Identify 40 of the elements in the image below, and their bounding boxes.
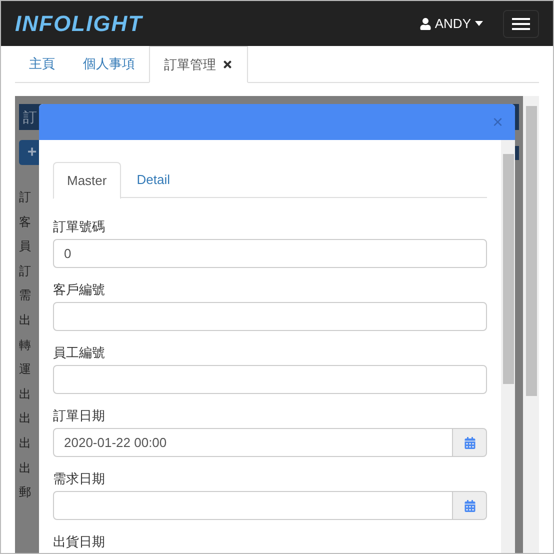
date-field[interactable] (53, 491, 453, 520)
calendar-icon (464, 436, 476, 448)
form-label: 郵 (19, 484, 31, 502)
form-label: 運 (19, 361, 31, 378)
form-label: 需 (19, 287, 31, 304)
form-label: 訂 (19, 189, 31, 206)
date-field[interactable]: 2020-01-22 00:00 (53, 428, 453, 457)
user-icon (420, 18, 431, 30)
logo: INFOLIGHT (15, 10, 143, 38)
tab[interactable]: 個人事項 (69, 46, 149, 82)
form-label: 轉 (19, 336, 31, 354)
tab[interactable]: 主頁 (15, 46, 69, 82)
field-label: 訂單號碼 (53, 218, 105, 236)
field-label: 員工編號 (53, 344, 105, 362)
field-label: 訂單日期 (53, 407, 105, 425)
field-label: 客戶編號 (53, 281, 105, 299)
field-label: 出貨日期 (53, 533, 105, 551)
form-label: 出 (19, 434, 31, 452)
tab[interactable]: Detail (120, 162, 186, 198)
form-label: 出 (19, 460, 31, 477)
input-field[interactable] (53, 302, 487, 331)
calendar-icon (464, 500, 476, 512)
form-label: 訂 (19, 262, 31, 280)
user-menu[interactable]: ANDY (420, 14, 483, 34)
field-label: 需求日期 (53, 470, 105, 488)
input-field[interactable] (53, 365, 487, 394)
calendar-button[interactable] (453, 491, 487, 520)
input-field[interactable]: 0 (53, 239, 487, 268)
tab[interactable]: Master (53, 162, 121, 199)
tab[interactable]: 訂單管理 (149, 46, 248, 83)
caret-icon (475, 21, 483, 26)
menu-button[interactable] (503, 10, 539, 38)
form-label: 出 (19, 410, 31, 428)
form-label: 出 (19, 386, 31, 403)
close-icon[interactable] (222, 59, 233, 70)
form-label: 客 (19, 214, 31, 231)
form-label: 出 (19, 312, 31, 329)
calendar-button[interactable] (453, 428, 487, 457)
form-label: 員 (19, 238, 31, 256)
menu-icon (512, 18, 530, 30)
